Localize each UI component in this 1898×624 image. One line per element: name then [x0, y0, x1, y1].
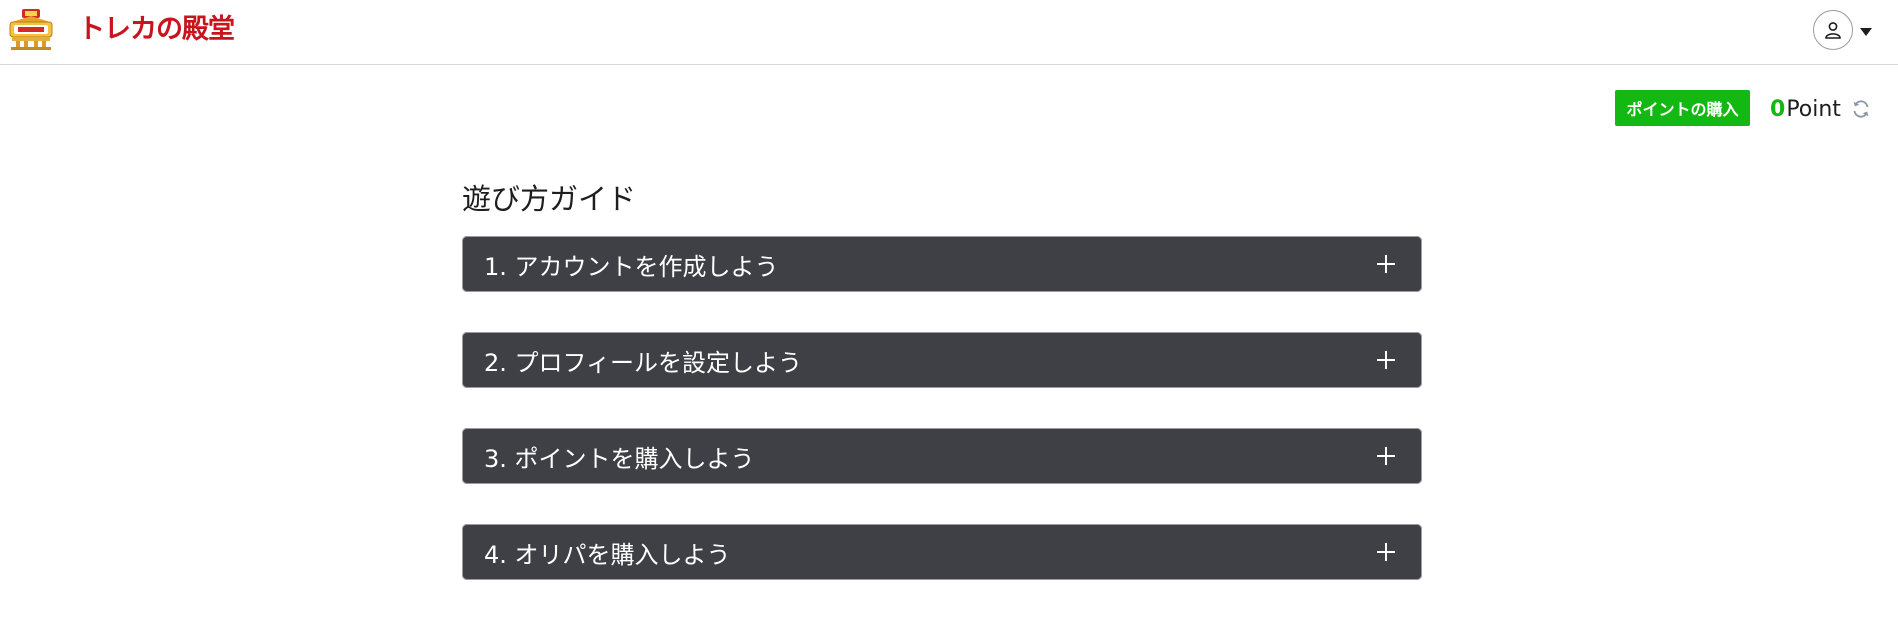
- caret-down-icon: [1860, 21, 1872, 40]
- buy-points-button[interactable]: ポイントの購入: [1615, 90, 1750, 126]
- accordion-item-buy-points[interactable]: 3. ポイントを購入しよう: [462, 428, 1422, 484]
- points-value: 0: [1770, 96, 1786, 122]
- accordion-item-set-profile[interactable]: 2. プロフィールを設定しよう: [462, 332, 1422, 388]
- plus-icon: [1377, 255, 1395, 273]
- guide-accordion: 1. アカウントを作成しよう 2. プロフィールを設定しよう 3. ポイントを購…: [462, 236, 1422, 620]
- plus-icon: [1377, 543, 1395, 561]
- page-title: 遊び方ガイド: [462, 182, 637, 216]
- accordion-item-label: 1. アカウントを作成しよう: [484, 252, 779, 281]
- accordion-item-buy-oripa[interactable]: 4. オリパを購入しよう: [462, 524, 1422, 580]
- refresh-icon[interactable]: [1851, 99, 1871, 119]
- site-logo[interactable]: トレカの殿堂: [78, 10, 235, 50]
- accordion-item-label: 3. ポイントを購入しよう: [484, 444, 755, 473]
- site-header: トレカの殿堂: [0, 0, 1898, 65]
- points-unit: Point: [1786, 96, 1841, 122]
- points-display: 0 Point: [1770, 95, 1871, 123]
- plus-icon: [1377, 351, 1395, 369]
- user-icon: [1813, 10, 1853, 50]
- plus-icon: [1377, 447, 1395, 465]
- user-menu-button[interactable]: [1813, 9, 1875, 51]
- accordion-item-label: 4. オリパを購入しよう: [484, 540, 731, 569]
- logo-badge-icon[interactable]: [8, 8, 54, 50]
- accordion-item-label: 2. プロフィールを設定しよう: [484, 348, 803, 377]
- accordion-item-create-account[interactable]: 1. アカウントを作成しよう: [462, 236, 1422, 292]
